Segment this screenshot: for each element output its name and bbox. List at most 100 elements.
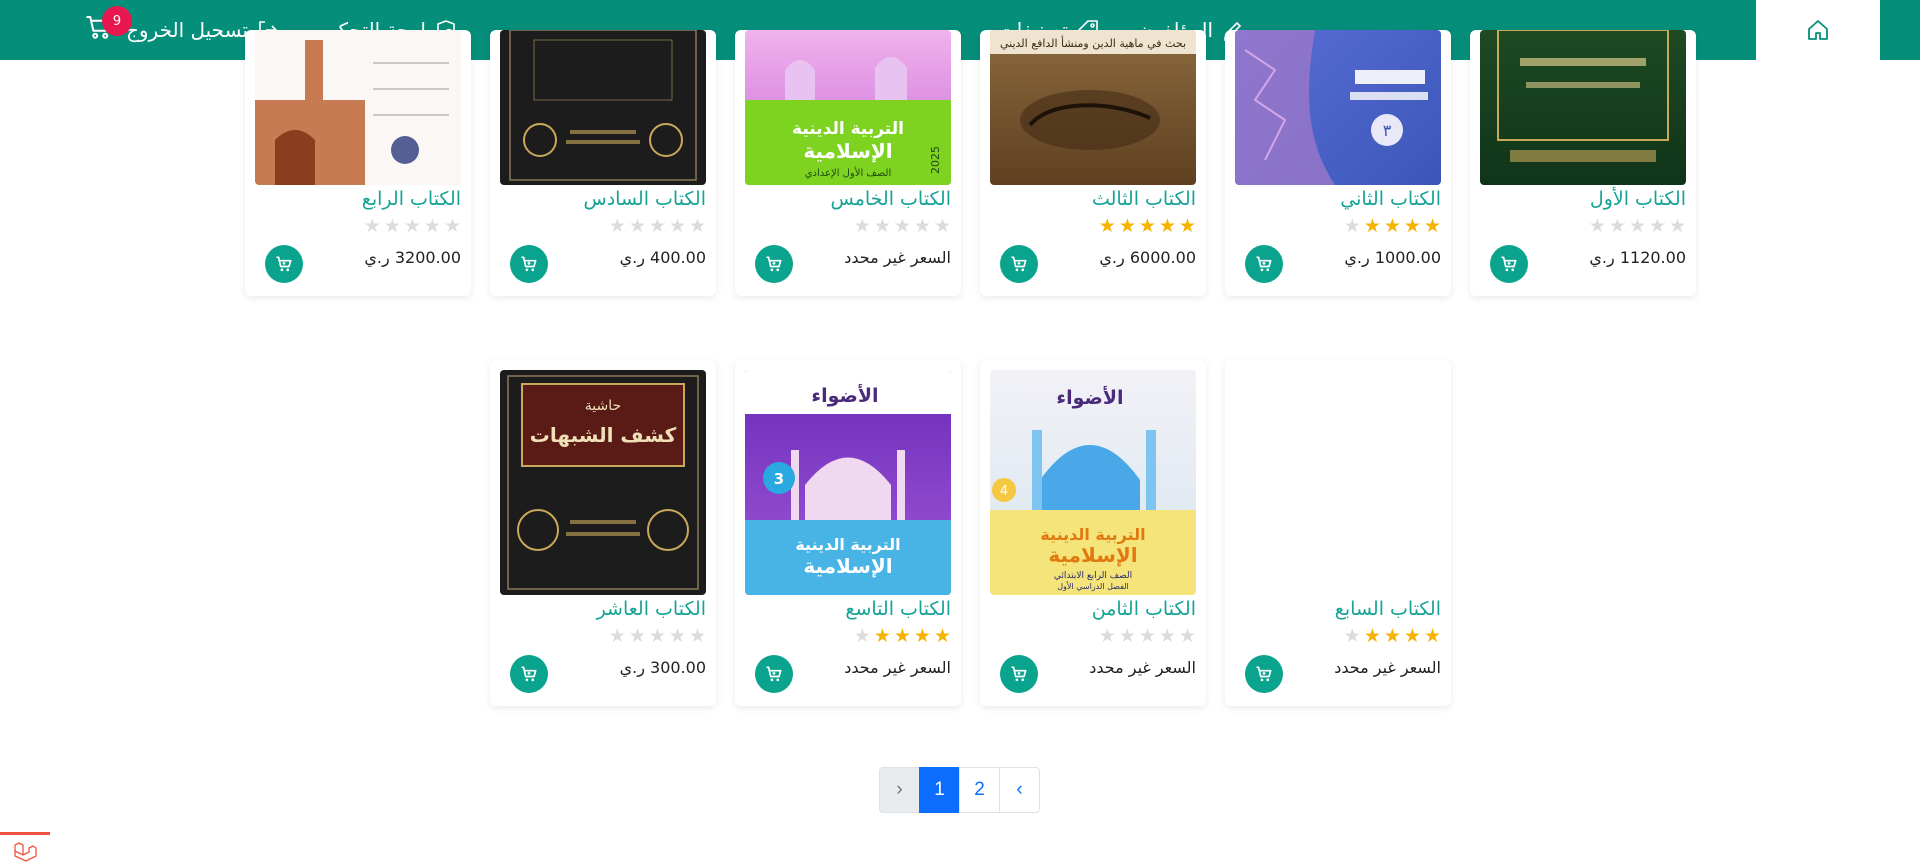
star-icon: ★	[853, 625, 871, 647]
star-icon: ★	[893, 215, 911, 237]
book-price: 6000.00 ر.ي	[1099, 248, 1196, 267]
book-title[interactable]: الكتاب الثاني	[1340, 188, 1441, 210]
debugbar-toggle[interactable]	[0, 832, 50, 868]
star-icon: ★	[1158, 625, 1176, 647]
book-card: الكتاب الأول ★ ★ ★ ★ ★ 1120.00 ر.ي	[1470, 30, 1696, 296]
home-icon	[1808, 20, 1828, 40]
nav-logout-label: تسحيل الخروج	[125, 18, 248, 42]
home-nav-button[interactable]	[1756, 0, 1880, 60]
star-icon: ★	[668, 625, 686, 647]
book-cover-image[interactable]: بحث في ماهية الدين ومنشأ الدافع الديني	[990, 30, 1196, 185]
pagination-page-2[interactable]: 2	[959, 767, 1000, 813]
book-cover-image[interactable]: الأضواء التربية الدينية الإسلامية 3	[745, 370, 951, 595]
book-title[interactable]: الكتاب التاسع	[845, 598, 951, 620]
star-icon: ★	[1403, 215, 1421, 237]
star-icon: ★	[688, 215, 706, 237]
book-price: 1000.00 ر.ي	[1344, 248, 1441, 267]
star-icon: ★	[1608, 215, 1626, 237]
cover-name: كشف الشبهات	[530, 423, 677, 447]
add-to-cart-button[interactable]	[755, 655, 793, 693]
star-icon: ★	[648, 625, 666, 647]
book-title[interactable]: الكتاب العاشر	[597, 598, 706, 620]
book-cover-image[interactable]	[1480, 30, 1686, 185]
book-card: الأضواء التربية الدينية الإسلامية الصف الرا…	[980, 360, 1206, 706]
add-to-cart-button[interactable]	[1245, 655, 1283, 693]
cover-subject-1: التربية الدينية	[1040, 525, 1145, 544]
add-to-cart-button[interactable]	[1000, 655, 1038, 693]
cart-plus-icon	[1499, 254, 1519, 274]
star-icon: ★	[1098, 625, 1116, 647]
pagination: › 1 2 ‹	[879, 767, 1040, 813]
cover-publisher: الأضواء	[811, 384, 878, 407]
book-price: السعر غير محدد	[844, 248, 951, 267]
cover-number: 4	[1000, 484, 1008, 499]
star-icon: ★	[1668, 215, 1686, 237]
add-to-cart-button[interactable]	[755, 245, 793, 283]
book-price: 3200.00 ر.ي	[364, 248, 461, 267]
book-title[interactable]: الكتاب الثامن	[1092, 598, 1196, 620]
star-icon: ★	[1588, 215, 1606, 237]
star-icon: ★	[913, 215, 931, 237]
add-to-cart-button[interactable]	[510, 245, 548, 283]
cover-heading: بحث في ماهية الدين ومنشأ الدافع الديني	[1000, 35, 1186, 50]
star-icon: ★	[1118, 625, 1136, 647]
star-icon: ★	[1363, 215, 1381, 237]
book-card: الأضواء التربية الدينية الإسلامية 3 الكتاب …	[735, 360, 961, 706]
rating-stars: ★ ★ ★ ★ ★	[609, 217, 706, 236]
star-icon: ★	[608, 215, 626, 237]
book-card: بحث في ماهية الدين ومنشأ الدافع الديني ا…	[980, 30, 1206, 296]
add-to-cart-button[interactable]	[265, 245, 303, 283]
book-card: ٣ الكتاب الثاني ★ ★ ★ ★ ★ 1000.00 ر.ي	[1225, 30, 1451, 296]
cart-plus-icon	[1009, 664, 1029, 684]
rating-stars: ★ ★ ★ ★ ★	[1344, 217, 1441, 236]
book-cover-image[interactable]: حاشية كشف الشبهات	[500, 370, 706, 595]
book-title[interactable]: الكتاب السادس	[584, 188, 706, 210]
star-icon: ★	[1178, 215, 1196, 237]
pagination-page-1[interactable]: 1	[919, 767, 960, 813]
star-icon: ★	[363, 215, 381, 237]
book-price: 300.00 ر.ي	[619, 658, 706, 677]
pagination-prev-button[interactable]: ›	[879, 767, 920, 813]
book-price: السعر غير محدد	[1334, 658, 1441, 677]
book-title[interactable]: الكتاب الأول	[1590, 188, 1686, 210]
cart-plus-icon	[1009, 254, 1029, 274]
cover-subject-2: الإسلامية	[803, 139, 892, 163]
star-icon: ★	[443, 215, 461, 237]
star-icon: ★	[608, 625, 626, 647]
cart-plus-icon	[764, 664, 784, 684]
star-icon: ★	[648, 215, 666, 237]
book-cover-image[interactable]: ٣	[1235, 30, 1441, 185]
add-to-cart-button[interactable]	[1245, 245, 1283, 283]
book-title[interactable]: الكتاب الثالث	[1092, 188, 1196, 210]
book-card: الكتاب السابع ★ ★ ★ ★ ★ السعر غير محدد	[1225, 360, 1451, 706]
book-cover-image[interactable]	[1235, 370, 1441, 595]
pagination-next-button[interactable]: ‹	[999, 767, 1040, 813]
book-title[interactable]: الكتاب الخامس	[830, 188, 951, 210]
star-icon: ★	[628, 625, 646, 647]
add-to-cart-button[interactable]	[510, 655, 548, 693]
star-icon: ★	[933, 625, 951, 647]
book-cover-image[interactable]	[255, 30, 461, 185]
book-cover-image[interactable]	[500, 30, 706, 185]
book-card: التربية الدينية الإسلامية الصف الأول الإعد…	[735, 30, 961, 296]
star-icon: ★	[853, 215, 871, 237]
cart-plus-icon	[274, 254, 294, 274]
star-icon: ★	[893, 625, 911, 647]
book-cover-image[interactable]: الأضواء التربية الدينية الإسلامية الصف الرا…	[990, 370, 1196, 595]
book-cover-image[interactable]: التربية الدينية الإسلامية الصف الأول الإعد…	[745, 30, 951, 185]
book-title[interactable]: الكتاب السابع	[1335, 598, 1441, 620]
star-icon: ★	[1178, 625, 1196, 647]
book-title[interactable]: الكتاب الرابع	[362, 188, 461, 210]
cover-title: حاشية	[585, 398, 621, 414]
book-price: السعر غير محدد	[1089, 658, 1196, 677]
add-to-cart-button[interactable]	[1000, 245, 1038, 283]
star-icon: ★	[1423, 625, 1441, 647]
book-card: الكتاب السادس ★ ★ ★ ★ ★ 400.00 ر.ي	[490, 30, 716, 296]
cart-plus-icon	[1254, 664, 1274, 684]
add-to-cart-button[interactable]	[1490, 245, 1528, 283]
cart-plus-icon	[1254, 254, 1274, 274]
star-icon: ★	[913, 625, 931, 647]
cover-subject-2: الإسلامية	[803, 554, 892, 578]
star-icon: ★	[1098, 215, 1116, 237]
star-icon: ★	[1118, 215, 1136, 237]
